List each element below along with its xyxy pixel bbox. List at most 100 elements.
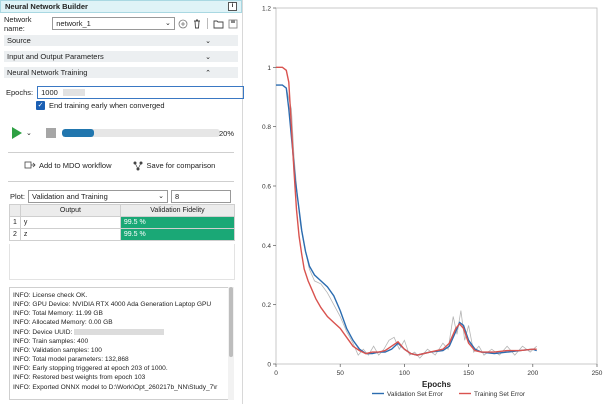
- row-index: 1: [9, 216, 21, 229]
- table-empty-area: [9, 244, 235, 280]
- epochs-label: Epochs:: [6, 88, 34, 97]
- legend-label: Training Set Error: [474, 391, 526, 398]
- progress-fill: [62, 129, 94, 137]
- training-controls: ⌄ 20%: [12, 127, 234, 139]
- chevron-down-icon: ⌄: [164, 20, 171, 27]
- training-progress-bar: [62, 129, 220, 137]
- scroll-thumb[interactable]: [229, 287, 233, 357]
- log-line: INFO: Device UUID:: [13, 328, 73, 336]
- plot-count-value: 8: [175, 192, 180, 201]
- save-disk-icon[interactable]: [227, 18, 238, 30]
- fidelity-table: Output Validation Fidelity 1 y 99.5 % 2 …: [9, 204, 236, 241]
- log-line: INFO: License check OK.: [13, 292, 88, 299]
- log-output[interactable]: INFO: License check OK. INFO: GPU Device…: [9, 287, 234, 400]
- progress-percent: 20%: [218, 128, 234, 138]
- add-circle-icon[interactable]: [178, 18, 189, 30]
- fidelity-cell[interactable]: 99.5 %: [119, 228, 236, 241]
- plot-select[interactable]: Validation and Training ⌄: [28, 190, 169, 203]
- plot-label: Plot:: [10, 192, 26, 201]
- network-name-label: Network name:: [4, 14, 32, 33]
- table-row[interactable]: 2 z 99.5 %: [9, 228, 236, 241]
- save-for-comparison-label: Save for comparison: [146, 161, 216, 170]
- early-stop-label: End training early when converged: [49, 101, 165, 110]
- chevron-down-icon: ⌄: [158, 193, 165, 200]
- log-line: INFO: Validation samples: 100: [13, 346, 102, 354]
- actions-row: Add to MDO workflow Save for comparison: [24, 160, 215, 171]
- log-line: INFO: Exported ONNX model to D:\Work\Opt…: [13, 383, 218, 391]
- redacted-block: [62, 89, 85, 96]
- y-tick-label: 0.6: [262, 184, 271, 191]
- panel-title: Neural Network Builder: [5, 2, 88, 11]
- divider: [8, 181, 234, 182]
- epochs-input[interactable]: 1000: [37, 86, 245, 99]
- x-tick-label: 200: [527, 370, 538, 377]
- log-line: INFO: GPU Device: NVIDIA RTX 4000 Ada Ge…: [13, 301, 212, 309]
- y-tick-label: 0.2: [262, 302, 271, 309]
- y-tick-label: 1: [267, 65, 271, 72]
- section-source[interactable]: Source ⌄: [4, 35, 238, 47]
- plot-row: Plot: Validation and Training ⌄ 8: [10, 190, 232, 203]
- info-icon[interactable]: i: [228, 2, 237, 11]
- series-line: [276, 66, 537, 356]
- plot-count-input[interactable]: 8: [171, 190, 232, 203]
- chevron-down-icon: ⌄: [205, 37, 211, 45]
- series-line: [276, 84, 537, 356]
- section-source-label: Source: [7, 36, 31, 45]
- section-io-params[interactable]: Input and Output Parameters ⌄: [4, 51, 238, 63]
- chevron-down-icon[interactable]: ⌄: [26, 129, 32, 137]
- y-tick-label: 0: [267, 362, 271, 369]
- table-corner: [9, 204, 21, 217]
- early-stop-row[interactable]: ✓ End training early when converged: [36, 101, 165, 110]
- divider: [8, 152, 234, 153]
- col-header-output[interactable]: Output: [19, 204, 121, 217]
- compare-nodes-icon: [133, 161, 143, 171]
- log-line: INFO: Total model parameters: 132,868: [13, 356, 129, 364]
- network-name-select[interactable]: network_1 ⌄: [52, 17, 175, 30]
- output-cell[interactable]: y: [19, 216, 121, 229]
- trash-icon[interactable]: [192, 18, 203, 30]
- add-to-mdo-button[interactable]: Add to MDO workflow: [24, 160, 112, 171]
- redacted-block: [74, 328, 165, 335]
- save-for-comparison-button[interactable]: Save for comparison: [132, 160, 216, 171]
- y-tick-label: 0.4: [262, 243, 271, 250]
- play-icon[interactable]: [12, 127, 22, 139]
- section-nn-training[interactable]: Neural Network Training ⌃: [4, 67, 238, 79]
- network-name-row: Network name: network_1 ⌄: [4, 14, 238, 33]
- x-tick-label: 0: [274, 370, 278, 377]
- epochs-value: 1000: [41, 88, 58, 97]
- log-line: INFO: Early stopping triggered at epoch …: [13, 365, 168, 373]
- folder-open-icon[interactable]: [213, 18, 224, 30]
- x-tick-label: 100: [399, 370, 410, 377]
- x-tick-label: 50: [337, 370, 345, 377]
- network-name-value: network_1: [56, 19, 91, 28]
- log-line: INFO: Allocated Memory: 0.00 GB: [13, 319, 113, 327]
- y-tick-label: 1.2: [262, 6, 271, 13]
- chevron-down-icon: ⌄: [205, 53, 211, 61]
- epochs-row: Epochs: 1000: [6, 86, 245, 99]
- section-io-label: Input and Output Parameters: [7, 52, 104, 61]
- nn-builder-panel: Neural Network Builder i Network name: n…: [0, 0, 245, 404]
- col-header-fidelity[interactable]: Validation Fidelity: [119, 204, 236, 217]
- log-line-uuid: INFO: Device UUID:: [13, 328, 230, 337]
- legend-label: Validation Set Error: [387, 391, 444, 398]
- table-header-row: Output Validation Fidelity: [9, 204, 236, 217]
- table-row[interactable]: 1 y 99.5 %: [9, 216, 236, 229]
- stop-icon[interactable]: [45, 128, 56, 138]
- add-to-mdo-label: Add to MDO workflow: [39, 161, 112, 170]
- log-line: INFO: Total Memory: 11.99 GB: [13, 310, 103, 318]
- training-chart: 0 0.2 0.4 0.6 0.8 1 1.2 0 50 100 150 200 250 Epochs Va…: [262, 6, 603, 399]
- panel-title-bar: Neural Network Builder i: [0, 0, 242, 13]
- x-axis-label: Epochs: [422, 380, 451, 389]
- output-cell[interactable]: z: [19, 228, 121, 241]
- early-stop-checkbox[interactable]: ✓: [36, 101, 45, 110]
- fidelity-cell[interactable]: 99.5 %: [119, 216, 236, 229]
- plot-frame: [275, 7, 598, 365]
- log-scrollbar[interactable]: [228, 287, 234, 400]
- section-training-label: Neural Network Training: [7, 68, 88, 77]
- y-tick-label: 0.8: [262, 124, 271, 131]
- log-line: INFO: Train samples: 400: [13, 337, 89, 345]
- series-line: [285, 88, 537, 359]
- row-index: 2: [9, 228, 21, 241]
- plot-select-value: Validation and Training: [32, 192, 108, 201]
- network-export-icon: [24, 161, 36, 169]
